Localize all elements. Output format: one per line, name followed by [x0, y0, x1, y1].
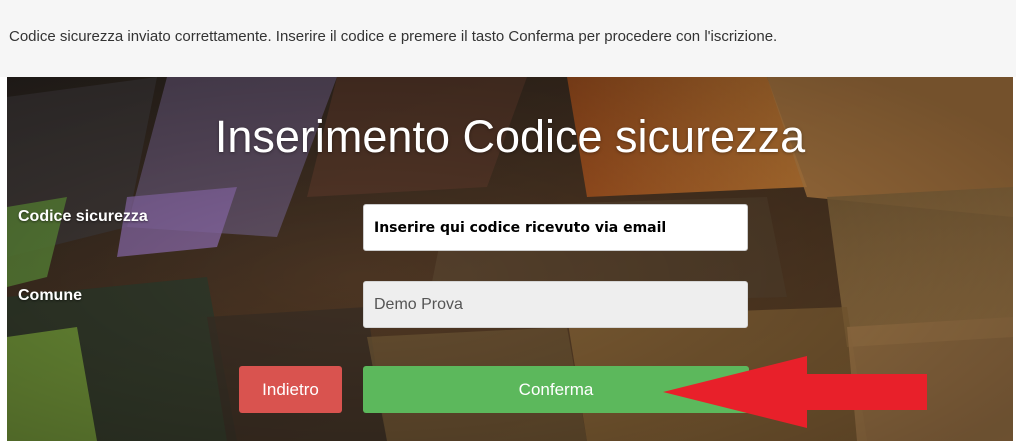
codice-sicurezza-label: Codice sicurezza: [18, 208, 148, 225]
security-code-page: Codice sicurezza inviato correttamente. …: [0, 0, 1016, 441]
codice-sicurezza-input[interactable]: [363, 204, 748, 251]
comune-label: Comune: [18, 287, 82, 304]
left-arrow-icon: [663, 356, 927, 428]
page-title: Inserimento Codice sicurezza: [214, 111, 806, 162]
comune-field: [363, 281, 748, 328]
security-code-panel: Inserimento Codice sicurezza Codice sicu…: [7, 77, 1013, 441]
success-notice-text: Codice sicurezza inviato correttamente. …: [9, 28, 778, 45]
success-notice: Codice sicurezza inviato correttamente. …: [0, 0, 1016, 77]
back-button[interactable]: Indietro: [239, 366, 342, 413]
